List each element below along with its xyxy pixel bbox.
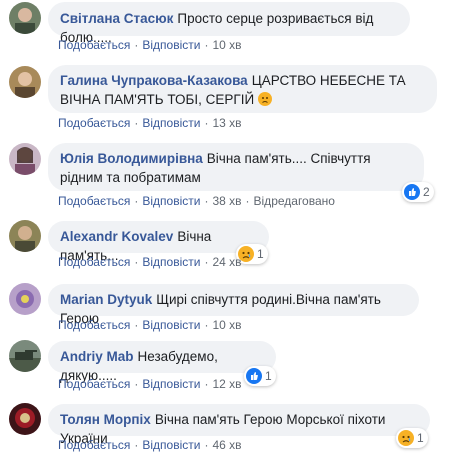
separator: ·	[204, 116, 209, 130]
comment-bubble: Andriy Mab Незабудемо, дякую.....	[48, 341, 276, 383]
comment-time[interactable]: 24 хв	[212, 255, 241, 269]
avatar[interactable]	[9, 403, 41, 435]
reply-link[interactable]: Відповісти	[142, 377, 200, 391]
comment-time[interactable]: 10 хв	[212, 38, 241, 52]
comment-actions: Подобається · Відповісти · 13 хв	[58, 116, 242, 130]
avatar[interactable]	[9, 66, 41, 98]
avatar[interactable]	[9, 2, 41, 34]
separator: ·	[134, 38, 139, 52]
comment-author[interactable]: Толян Морпіх	[60, 412, 151, 427]
separator: ·	[134, 377, 139, 391]
comment-actions: Подобається · Відповісти · 10 хв	[58, 38, 242, 52]
reaction-count: 2	[423, 185, 430, 199]
comment-time[interactable]: 38 хв	[212, 194, 241, 208]
reaction-badge[interactable]: 2	[402, 182, 434, 202]
separator: ·	[204, 318, 209, 332]
avatar[interactable]	[9, 220, 41, 252]
separator: ·	[134, 116, 139, 130]
comment-actions: Подобається · Відповісти · 12 хв	[58, 377, 242, 391]
separator: ·	[134, 194, 139, 208]
separator: ·	[134, 438, 139, 452]
like-link[interactable]: Подобається	[58, 438, 130, 452]
like-link[interactable]: Подобається	[58, 377, 130, 391]
reply-link[interactable]: Відповісти	[142, 438, 200, 452]
comment-actions: Подобається · Відповісти · 10 хв	[58, 318, 242, 332]
comment-bubble: Галина Чупракова-Казакова ЦАРСТВО НЕБЕСНЕ…	[48, 65, 437, 113]
reaction-badge[interactable]: 1	[244, 366, 276, 386]
comment-author[interactable]: Alexandr Kovalev	[60, 229, 173, 244]
reaction-count: 1	[417, 431, 424, 445]
reaction-count: 1	[265, 369, 272, 383]
avatar[interactable]	[9, 143, 41, 175]
like-link[interactable]: Подобається	[58, 318, 130, 332]
comment-actions: Подобається · Відповісти · 38 хв · Відредагова…	[58, 194, 335, 208]
separator: ·	[204, 438, 209, 452]
sad-icon	[398, 430, 414, 446]
separator: ·	[204, 377, 209, 391]
reaction-badge[interactable]: 1	[396, 428, 428, 448]
separator: ·	[204, 255, 209, 269]
comment-actions: Подобається · Відповісти · 24 хв	[58, 255, 242, 269]
like-link[interactable]: Подобається	[58, 194, 130, 208]
comment-actions: Подобається · Відповісти · 46 хв	[58, 438, 242, 452]
comment-author[interactable]: Andriy Mab	[60, 349, 134, 364]
separator: ·	[134, 255, 139, 269]
comment-author[interactable]: Світлана Стасюк	[60, 11, 173, 26]
reply-link[interactable]: Відповісти	[142, 194, 200, 208]
comment-bubble: Marian Dytyuk Щирі співчуття родині.Вічна…	[48, 284, 419, 326]
comment-bubble: Alexandr Kovalev Вічна пам'ять...	[48, 221, 269, 263]
comment-author[interactable]: Юлія Володимирівна	[60, 151, 203, 166]
edited-label[interactable]: Відредаговано	[254, 194, 335, 208]
reply-link[interactable]: Відповісти	[142, 318, 200, 332]
like-link[interactable]: Подобається	[58, 255, 130, 269]
avatar[interactable]	[9, 283, 41, 315]
comment-time[interactable]: 13 хв	[212, 116, 241, 130]
like-icon	[246, 368, 262, 384]
separator: ·	[204, 194, 209, 208]
comment-author[interactable]: Галина Чупракова-Казакова	[60, 73, 248, 88]
comment-bubble: Юлія Володимирівна Вічна пам'ять.... Спів…	[48, 143, 424, 191]
sad-emoji-icon	[257, 92, 272, 106]
reaction-count: 1	[257, 247, 264, 261]
separator: ·	[204, 38, 209, 52]
like-icon	[404, 184, 420, 200]
reply-link[interactable]: Відповісти	[142, 255, 200, 269]
comment-time[interactable]: 12 хв	[212, 377, 241, 391]
comment-time[interactable]: 46 хв	[212, 438, 241, 452]
like-link[interactable]: Подобається	[58, 116, 130, 130]
comment-author[interactable]: Marian Dytyuk	[60, 292, 152, 307]
reply-link[interactable]: Відповісти	[142, 116, 200, 130]
comment-bubble: Світлана Стасюк Просто серце розривається…	[48, 2, 410, 45]
comment-bubble: Толян Морпіх Вічна пам'ять Герою Морської…	[48, 404, 430, 446]
like-link[interactable]: Подобається	[58, 38, 130, 52]
reply-link[interactable]: Відповісти	[142, 38, 200, 52]
separator: ·	[134, 318, 139, 332]
avatar[interactable]	[9, 340, 41, 372]
comment-time[interactable]: 10 хв	[212, 318, 241, 332]
separator: ·	[245, 194, 250, 208]
